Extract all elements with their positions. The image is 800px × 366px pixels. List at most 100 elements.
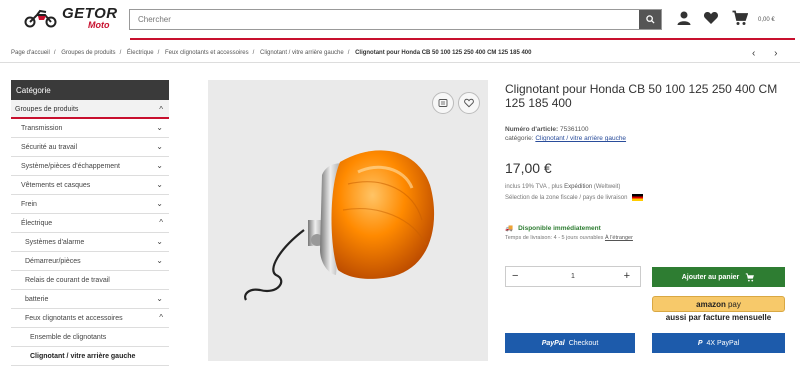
wishlist-heart-icon[interactable] <box>703 10 719 26</box>
logo[interactable]: GETOR Moto <box>24 4 117 36</box>
search-box <box>129 9 662 30</box>
breadcrumb-item-home[interactable]: Page d'accueil <box>11 50 50 56</box>
sidebar-item-label: Vêtements et casques <box>21 182 91 189</box>
sidebar-title: Catégorie <box>11 80 169 100</box>
amazon-pay-label: amazon <box>696 299 726 309</box>
heart-outline-icon <box>464 98 474 108</box>
amazon-pay-button[interactable]: amazon pay <box>652 296 785 312</box>
chevron-up-icon[interactable]: ^ <box>159 313 163 322</box>
category-link[interactable]: Clignotant / vitre arrière gauche <box>535 135 626 142</box>
tax-info: inclus 19% TVA , plus Expédition (Weltwe… <box>505 182 644 204</box>
chevron-up-icon[interactable]: ^ <box>159 105 163 114</box>
sidebar-item-relay[interactable]: Relais de courant de travail <box>11 271 169 290</box>
sidebar-item-label: Électrique <box>21 220 53 227</box>
header-divider <box>130 38 795 40</box>
sidebar-item-work-safety[interactable]: Sécurité au travail ⌄ <box>11 138 169 157</box>
sidebar-item-label: batterie <box>25 296 49 303</box>
quantity-increase-button[interactable]: + <box>624 270 630 282</box>
breadcrumb-item-product-groups[interactable]: Groupes de produits <box>61 50 115 56</box>
sidebar-item-electrical[interactable]: Électrique ^ <box>11 214 169 233</box>
search-input[interactable] <box>130 10 640 29</box>
next-product-icon[interactable]: › <box>774 48 777 59</box>
motorcycle-icon <box>24 9 57 28</box>
sidebar-item-battery[interactable]: batterie ⌄ <box>11 290 169 309</box>
sidebar-item-clothing[interactable]: Vêtements et casques ⌄ <box>11 176 169 195</box>
tax-zone-selector[interactable]: Sélection de la zone fiscale / pays de l… <box>505 195 627 201</box>
germany-flag-icon[interactable] <box>632 193 644 201</box>
sidebar-item-starter[interactable]: Démarreur/pièces ⌄ <box>11 252 169 271</box>
sidebar-item-label: Ensemble de clignotants <box>30 334 107 341</box>
paypal-checkout-button[interactable]: PayPal Checkout <box>505 333 635 353</box>
chevron-down-icon[interactable]: ⌄ <box>156 237 163 246</box>
add-to-cart-label: Ajouter au panier <box>681 273 740 281</box>
chevron-down-icon[interactable]: ⌄ <box>156 294 163 303</box>
sidebar-item-brake[interactable]: Frein ⌄ <box>11 195 169 214</box>
paypal-4x-label: 4X PayPal <box>706 339 740 347</box>
site-header: GETOR Moto 0,00 € <box>0 0 800 40</box>
breadcrumb-bar: Page d'accueil / Groupes de produits / Éle… <box>0 45 800 63</box>
quantity-input[interactable]: 1 <box>566 273 580 280</box>
add-to-cart-button[interactable]: Ajouter au panier <box>652 267 785 287</box>
shipping-suffix: (Weltweit) <box>593 184 621 190</box>
abroad-link[interactable]: À l'étranger <box>605 235 633 241</box>
breadcrumb-item-electrical[interactable]: Électrique <box>127 50 154 56</box>
sidebar-item-transmission[interactable]: Transmission ⌄ <box>11 119 169 138</box>
breadcrumb-item-indicators[interactable]: Feux clignotants et accessoires <box>165 50 249 56</box>
breadcrumb: Page d'accueil / Groupes de produits / Éle… <box>11 50 532 56</box>
cart-icon <box>746 272 755 281</box>
account-icon[interactable] <box>676 10 692 26</box>
logo-subtext: Moto <box>88 20 110 30</box>
cart-total[interactable]: 0,00 € <box>758 17 775 23</box>
breadcrumb-current: Clignotant pour Honda CB 50 100 125 250 … <box>355 50 532 56</box>
sidebar-item-label: Systèmes d'alarme <box>25 239 85 246</box>
sidebar-item-label: Groupes de produits <box>15 106 79 113</box>
sidebar-item-indicator-set[interactable]: Ensemble de clignotants <box>11 328 169 347</box>
sidebar-item-label: Sécurité au travail <box>21 144 78 151</box>
stock-text: Disponible immédiatement <box>518 225 601 232</box>
wishlist-button[interactable] <box>458 92 480 114</box>
search-icon <box>645 15 655 24</box>
product-image-gallery[interactable] <box>208 80 488 361</box>
sidebar-item-label: Clignotant / vitre arrière gauche <box>30 353 136 360</box>
sidebar-item-exhaust[interactable]: Système/pièces d'échappement ⌄ <box>11 157 169 176</box>
truck-icon: 🚚 <box>505 225 514 232</box>
chevron-down-icon[interactable]: ⌄ <box>156 256 163 265</box>
amazon-pay-label-suffix: pay <box>727 299 741 309</box>
delivery-time: Temps de livraison: 4 - 5 jours ouvrable… <box>505 235 633 241</box>
quantity-stepper: − 1 + <box>505 266 641 287</box>
article-number: 75361100 <box>560 126 589 133</box>
previous-product-icon[interactable]: ‹ <box>752 48 755 59</box>
product-image[interactable] <box>208 80 488 361</box>
paypal-p-icon: P <box>697 339 703 347</box>
sidebar-item-label: Système/pièces d'échappement <box>21 163 121 170</box>
amazon-pay-subtext: aussi par facture mensuelle <box>665 313 772 322</box>
sidebar-item-product-groups[interactable]: Groupes de produits ^ <box>11 100 169 119</box>
category-label: catégorie: <box>505 135 534 142</box>
product-price: 17,00 € <box>505 160 552 176</box>
paypal-logo-text: PayPal <box>541 339 565 347</box>
sidebar-item-label: Feux clignotants et accessoires <box>25 315 123 322</box>
chevron-up-icon[interactable]: ^ <box>159 218 163 227</box>
stock-status: 🚚 Disponible immédiatement <box>505 224 601 232</box>
shipping-link[interactable]: Expédition <box>564 184 592 190</box>
chevron-down-icon[interactable]: ⌄ <box>156 123 163 132</box>
chevron-down-icon[interactable]: ⌄ <box>156 161 163 170</box>
sidebar-item-indicators[interactable]: Feux clignotants et accessoires ^ <box>11 309 169 328</box>
sidebar-item-alarm[interactable]: Systèmes d'alarme ⌄ <box>11 233 169 252</box>
product-nav: ‹ › <box>752 48 777 59</box>
compare-button[interactable] <box>432 92 454 114</box>
search-button[interactable] <box>639 10 661 29</box>
chevron-down-icon[interactable]: ⌄ <box>156 199 163 208</box>
delivery-text: Temps de livraison: 4 - 5 jours ouvrable… <box>505 235 604 241</box>
quantity-decrease-button[interactable]: − <box>512 270 518 282</box>
chevron-down-icon[interactable]: ⌄ <box>156 142 163 151</box>
sidebar-item-label: Frein <box>21 201 37 208</box>
tax-text: inclus 19% TVA , plus <box>505 184 563 190</box>
paypal-4x-button[interactable]: P 4X PayPal <box>652 333 785 353</box>
category-sidebar: Catégorie Groupes de produits ^ Transmis… <box>11 80 169 366</box>
cart-icon[interactable] <box>732 10 748 26</box>
chevron-down-icon[interactable]: ⌄ <box>156 180 163 189</box>
breadcrumb-item-rear-left[interactable]: Clignotant / vitre arrière gauche <box>260 50 344 56</box>
sidebar-item-rear-left[interactable]: Clignotant / vitre arrière gauche <box>11 347 169 366</box>
sidebar-item-label: Transmission <box>21 125 63 132</box>
